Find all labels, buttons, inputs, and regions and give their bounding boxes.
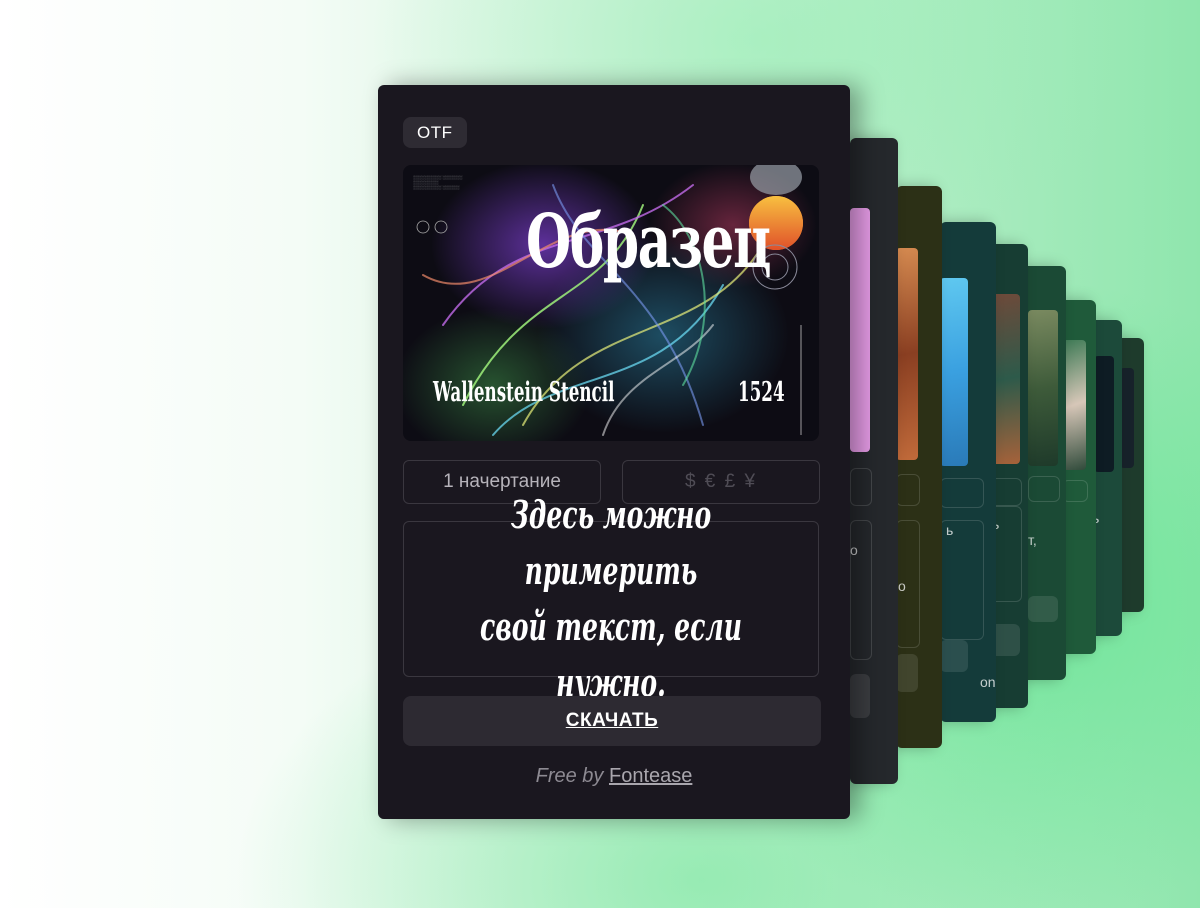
preview-font-name: Wallenstein Stencil: [433, 377, 615, 408]
sample-text: Здесь можно примерить свой текст, если н…: [480, 492, 742, 705]
sample-text-field[interactable]: Здесь можно примерить свой текст, если н…: [403, 492, 819, 705]
download-button[interactable]: СКАЧАТЬ: [403, 696, 821, 746]
font-card: OTF ░░░░░░░░░░ ░░░░░░░ ░░░░░░░░░ ░░░░░░░…: [378, 85, 850, 819]
credit-link[interactable]: Fontease: [609, 765, 692, 787]
credit-line: Free by Fontease: [378, 765, 850, 788]
stack-card-fragment: о: [898, 578, 906, 594]
preview-year: 1524: [738, 377, 785, 408]
stack-card-fragment: on: [980, 674, 996, 690]
stack-card-2[interactable]: о: [850, 138, 898, 784]
credit-prefix: Free by: [535, 765, 604, 787]
stack-card-6[interactable]: т,: [1022, 266, 1066, 680]
stack-card-4[interactable]: ь on: [940, 222, 996, 722]
stack-card-fragment: т,: [1028, 532, 1037, 548]
preview-decoration-text: ░░░░░░░░░░ ░░░░░░░ ░░░░░░░░░ ░░░░░░░░░░ …: [413, 175, 463, 190]
format-badge: OTF: [403, 117, 467, 148]
stack-card-fragment: о: [850, 542, 858, 558]
font-preview-image[interactable]: ░░░░░░░░░░ ░░░░░░░ ░░░░░░░░░ ░░░░░░░░░░ …: [403, 165, 819, 441]
preview-headline: Образец: [526, 199, 771, 285]
stack-card-3[interactable]: о: [896, 186, 942, 748]
